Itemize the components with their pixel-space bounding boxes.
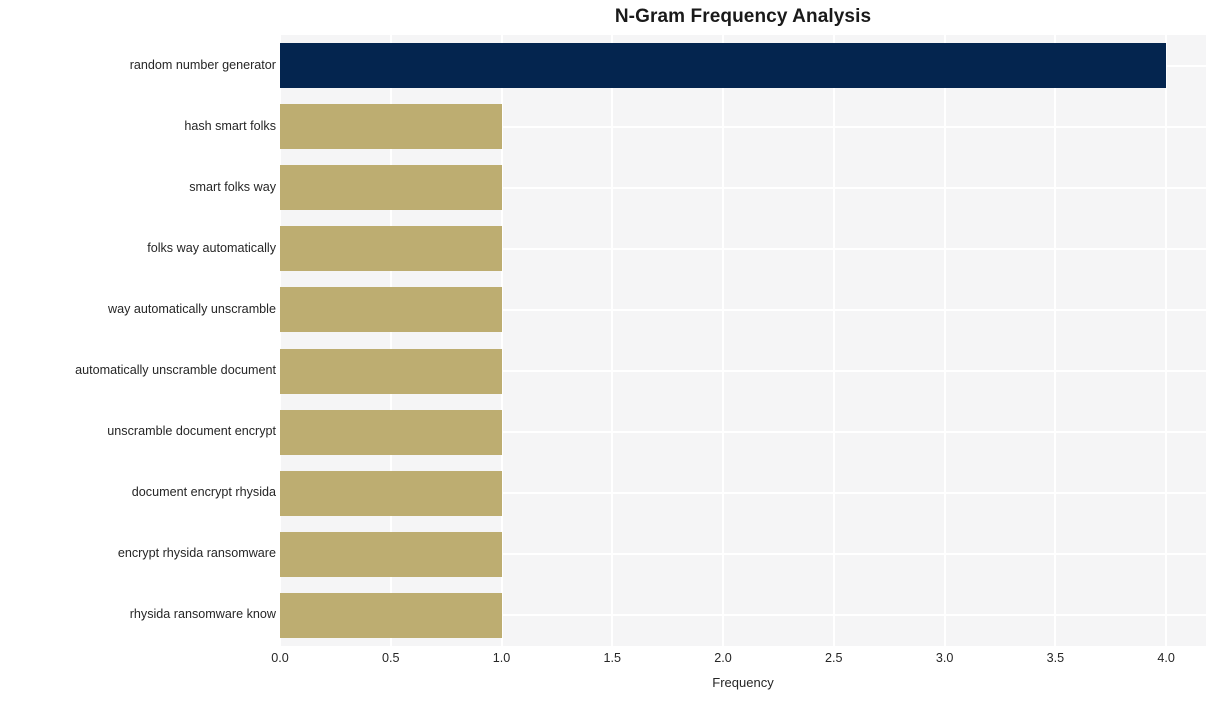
y-axis-tick-label: way automatically unscramble [108,301,276,316]
bar [280,43,1167,88]
bar [280,470,502,516]
bar [280,348,502,394]
bar [280,226,502,272]
x-axis-tick-label: 2.0 [714,651,732,665]
y-axis-tick-label: random number generator [129,57,276,72]
x-axis-tick-label: 0.5 [381,651,400,665]
x-axis-tick-label: 1.5 [603,651,622,665]
bar [280,165,502,211]
y-axis-tick-label: hash smart folks [184,118,276,133]
x-axis-title: Frequency [712,675,774,690]
x-axis-tick-label: 3.5 [1046,651,1065,665]
y-axis-tick-label: folks way automatically [147,240,276,255]
x-axis-tick-label: 2.5 [825,651,843,665]
x-axis-tick-label: 4.0 [1157,651,1175,665]
bar [280,531,502,577]
bar [280,104,502,150]
chart-title: N-Gram Frequency Analysis [614,6,872,27]
bar [280,592,502,638]
bar [280,409,502,455]
chart-figure: N-Gram Frequency Analysis random number … [0,0,1220,701]
bars-group [280,35,1206,646]
y-axis-tick-labels: random number generator hash smart folks s… [0,35,276,646]
x-axis-tick-labels: 0.0 0.5 1.0 1.5 2.0 2.5 3.0 3.5 4.0 [0,651,1220,671]
y-axis-tick-label: document encrypt rhysida [131,485,276,500]
x-axis-tick-label: 3.0 [935,651,954,665]
x-axis-tick-label: 1.0 [492,651,511,665]
y-axis-tick-label: rhysida ransomware know [129,607,276,622]
y-axis-tick-label: smart folks way [189,179,276,194]
y-axis-tick-label: encrypt rhysida ransomware [117,546,276,561]
x-axis-tick-label: 0.0 [271,651,289,665]
plot-area [279,35,1206,646]
y-axis-tick-label: unscramble document encrypt [107,424,276,439]
bar [280,287,502,333]
y-axis-tick-label: automatically unscramble document [75,363,276,378]
